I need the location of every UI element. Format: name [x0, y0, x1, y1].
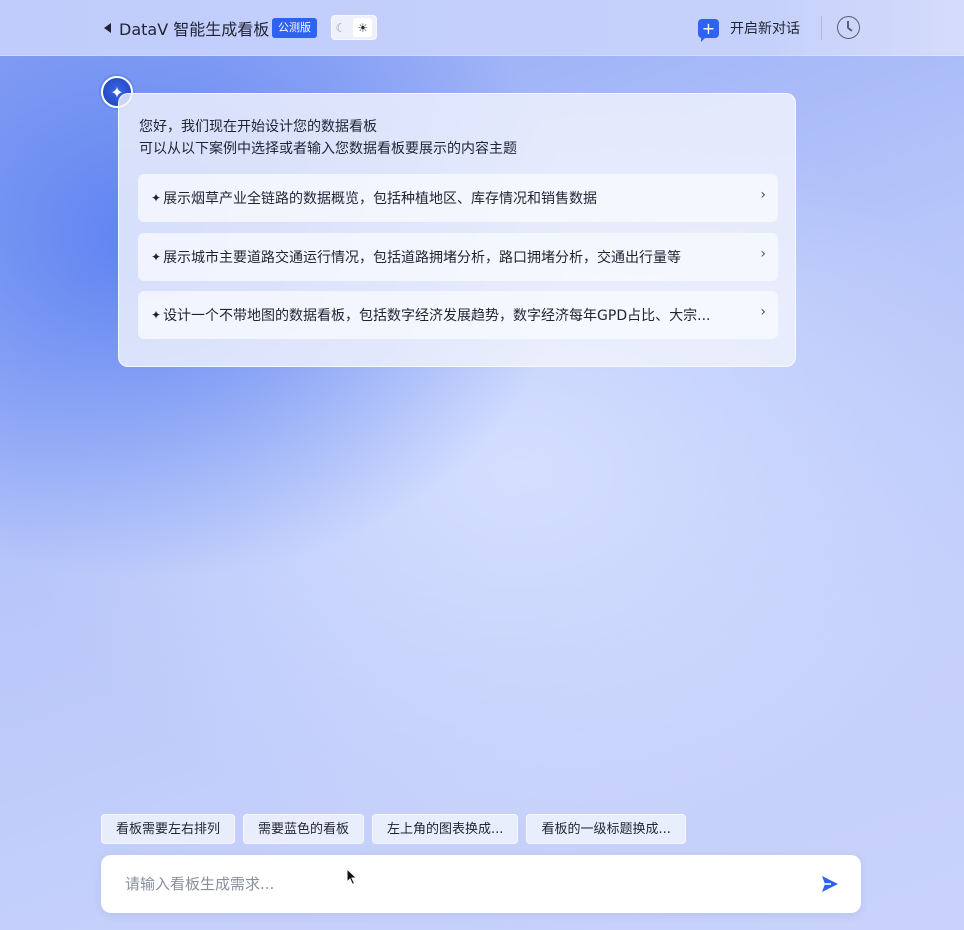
- sparkle-icon: ✦: [151, 250, 162, 264]
- new-chat-icon: +: [698, 18, 719, 42]
- top-bar: DataV 智能生成看板 公测版 ☾ ☀ + 开启新对话: [0, 0, 964, 56]
- new-chat-label: 开启新对话: [730, 21, 800, 37]
- prompt-input-box: [101, 855, 861, 913]
- greeting-text: 您好，我们现在开始设计您的数据看板 可以从以下案例中选择或者输入您数据看板要展示…: [139, 116, 517, 160]
- theme-toggle[interactable]: ☾ ☀: [331, 15, 377, 40]
- prompt-input[interactable]: [125, 869, 785, 899]
- back-button[interactable]: DataV 智能生成看板: [104, 17, 269, 39]
- greeting-line-2: 可以从以下案例中选择或者输入您数据看板要展示的内容主题: [139, 141, 517, 157]
- plus-icon: +: [701, 18, 716, 38]
- sparkle-icon: ✦: [151, 308, 162, 322]
- beta-badge: 公测版: [272, 18, 317, 38]
- suggestion-item[interactable]: ✦ 展示烟草产业全链路的数据概览，包括种植地区、库存情况和销售数据 ›: [138, 174, 778, 222]
- chip-left-right-layout[interactable]: 看板需要左右排列: [101, 814, 236, 844]
- chevron-right-icon: ›: [760, 304, 766, 320]
- send-icon[interactable]: [819, 873, 841, 895]
- assistant-message-card: 您好，我们现在开始设计您的数据看板 可以从以下案例中选择或者输入您数据看板要展示…: [118, 93, 796, 367]
- chevron-right-icon: ›: [760, 187, 766, 203]
- suggestion-item[interactable]: ✦ 展示城市主要道路交通运行情况，包括道路拥堵分析，路口拥堵分析，交通出行量等 …: [138, 233, 778, 281]
- app-title: DataV 智能生成看板: [119, 20, 270, 39]
- suggestion-text: 展示城市主要道路交通运行情况，包括道路拥堵分析，路口拥堵分析，交通出行量等: [163, 250, 682, 266]
- history-clock-icon[interactable]: [837, 16, 860, 39]
- suggestion-text: 设计一个不带地图的数据看板，包括数字经济发展趋势，数字经济每年GPD占比、大宗.…: [163, 308, 711, 324]
- mouse-cursor-icon: [346, 868, 358, 886]
- quick-prompt-chips: 看板需要左右排列 需要蓝色的看板 左上角的图表换成... 看板的一级标题换成..…: [101, 814, 686, 844]
- chip-replace-top-left-chart[interactable]: 左上角的图表换成...: [372, 814, 519, 844]
- chip-blue-dashboard[interactable]: 需要蓝色的看板: [243, 814, 365, 844]
- chevron-right-icon: ›: [760, 246, 766, 262]
- sparkle-icon: ✦: [151, 191, 162, 205]
- greeting-line-1: 您好，我们现在开始设计您的数据看板: [139, 119, 377, 135]
- moon-icon[interactable]: ☾: [336, 22, 347, 34]
- suggestion-item[interactable]: ✦ 设计一个不带地图的数据看板，包括数字经济发展趋势，数字经济每年GPD占比、大…: [138, 291, 778, 339]
- sun-option[interactable]: ☀: [353, 18, 373, 37]
- header-divider: [821, 16, 822, 40]
- chip-replace-main-title[interactable]: 看板的一级标题换成...: [526, 814, 686, 844]
- new-chat-button[interactable]: + 开启新对话: [698, 16, 800, 42]
- suggestion-text: 展示烟草产业全链路的数据概览，包括种植地区、库存情况和销售数据: [163, 191, 598, 207]
- back-arrow-icon: [104, 23, 111, 33]
- sun-icon: ☀: [357, 20, 369, 35]
